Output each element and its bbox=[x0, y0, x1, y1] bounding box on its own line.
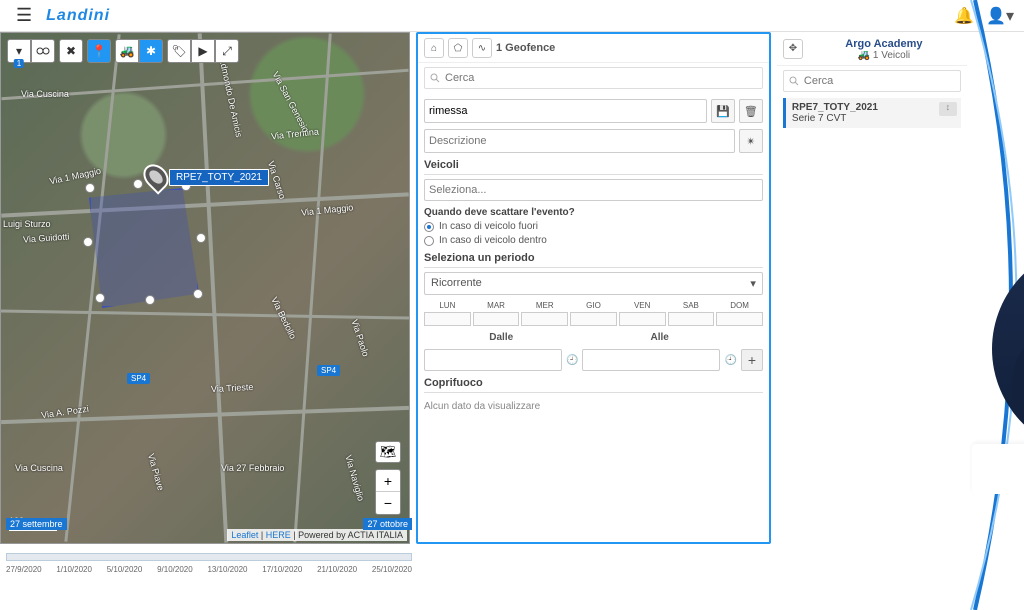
vehicle-count: 🚜 1 Veicoli bbox=[807, 50, 961, 61]
binoculars-icon[interactable] bbox=[31, 39, 55, 63]
brand-logo: Landini bbox=[46, 7, 110, 25]
expand-icon[interactable]: ⤢ bbox=[215, 39, 239, 63]
path-icon[interactable]: ∿ bbox=[472, 38, 492, 58]
save-icon[interactable]: 💾 bbox=[711, 99, 735, 123]
description-input[interactable] bbox=[424, 129, 735, 153]
empty-state: Alcun dato da visualizzare bbox=[424, 397, 763, 416]
poly-handle[interactable] bbox=[193, 289, 203, 299]
tools-icon[interactable]: ✖ bbox=[59, 39, 83, 63]
move-icon[interactable]: ✥ bbox=[783, 39, 803, 59]
draw-poly-icon[interactable]: ⬠ bbox=[448, 38, 468, 58]
label-alle: Alle bbox=[582, 332, 736, 343]
timeline-start-label: 27 settembre bbox=[6, 518, 67, 530]
radio-vehicle-in[interactable]: In caso di veicolo dentro bbox=[424, 235, 763, 246]
search-input[interactable] bbox=[424, 67, 763, 89]
poly-handle[interactable] bbox=[95, 293, 105, 303]
recurrence-dropdown[interactable]: Ricorrente▾ bbox=[424, 272, 763, 295]
sort-icon[interactable]: ↕ bbox=[939, 102, 957, 116]
street-label: Via Cuscina bbox=[21, 89, 69, 99]
poly-handle[interactable] bbox=[85, 183, 95, 193]
share-nodes-icon[interactable]: ✱ bbox=[139, 39, 163, 63]
poly-handle[interactable] bbox=[145, 295, 155, 305]
tag-icon[interactable]: 🏷 bbox=[167, 39, 191, 63]
day-checkbox[interactable] bbox=[570, 312, 617, 326]
poly-handle[interactable] bbox=[133, 179, 143, 189]
filter-icon[interactable]: ▾1 bbox=[7, 39, 31, 63]
day-checkbox[interactable] bbox=[668, 312, 715, 326]
vehicle-list-item[interactable]: RPE7_TOTY_2021 Serie 7 CVT ↕ bbox=[783, 98, 961, 128]
zoom-control: + − bbox=[375, 469, 401, 515]
section-coprifuoco: Coprifuoco bbox=[424, 377, 763, 393]
panel-title: 1 Geofence bbox=[496, 42, 555, 54]
play-icon[interactable]: ▶ bbox=[191, 39, 215, 63]
layers-icon[interactable]: 🗺 bbox=[375, 441, 401, 463]
time-to-input[interactable] bbox=[582, 349, 720, 371]
map-pane[interactable]: Via Cuscina Via 1 Maggio Via Guidotti Vi… bbox=[0, 32, 410, 544]
poly-handle[interactable] bbox=[83, 237, 93, 247]
app-header: ☰ Landini 🔔 👤▾ bbox=[0, 0, 1024, 32]
event-question: Quando deve scattare l'evento? bbox=[424, 207, 763, 218]
chevron-down-icon: ▾ bbox=[750, 277, 756, 290]
vehicle-label: RPE7_TOTY_2021 bbox=[169, 169, 269, 186]
poly-handle[interactable] bbox=[196, 233, 206, 243]
add-time-button[interactable]: + bbox=[741, 349, 763, 371]
vehicle-marker[interactable]: RPE7_TOTY_2021 bbox=[145, 163, 269, 191]
day-checkbox[interactable] bbox=[473, 312, 520, 326]
map-toolbar: ▾1 ✖ 📍 🚜 ✱ 🏷 ▶ ⤢ bbox=[7, 39, 243, 63]
days-row: LUNMARMERGIOVENSABDOM bbox=[424, 301, 763, 326]
home-icon[interactable]: ⌂ bbox=[424, 38, 444, 58]
vehicle-select[interactable] bbox=[424, 179, 763, 201]
clock-icon: 🕘 bbox=[724, 355, 736, 366]
route-badge: SP4 bbox=[317, 365, 340, 376]
timeline-ticks: 27/9/20201/10/20205/10/20209/10/202013/1… bbox=[6, 565, 412, 574]
geofence-name-input[interactable] bbox=[424, 99, 707, 123]
timeline[interactable]: 27 settembre 27 ottobre 27/9/20201/10/20… bbox=[6, 534, 412, 574]
timeline-track[interactable] bbox=[6, 553, 412, 561]
section-periodo: Seleziona un periodo bbox=[424, 252, 763, 268]
day-checkbox[interactable] bbox=[424, 312, 471, 326]
radio-vehicle-out[interactable]: In caso di veicolo fuori bbox=[424, 221, 763, 232]
brand-area: LEONARDO UP WITH INNOVATION bbox=[967, 32, 1024, 544]
magic-icon[interactable]: ✴ bbox=[739, 129, 763, 153]
location-add-icon[interactable]: 📍 bbox=[87, 39, 111, 63]
vehicles-panel: ✥ Argo Academy 🚜 1 Veicoli RPE7_TOTY_202… bbox=[777, 32, 967, 544]
label-dalle: Dalle bbox=[424, 332, 578, 343]
day-checkbox[interactable] bbox=[716, 312, 763, 326]
zoom-in-button[interactable]: + bbox=[376, 470, 400, 492]
day-checkbox[interactable] bbox=[619, 312, 666, 326]
vehicle-icon[interactable]: 🚜 bbox=[115, 39, 139, 63]
geofence-shape[interactable] bbox=[89, 188, 199, 308]
section-veicoli: Veicoli bbox=[424, 159, 763, 175]
zoom-out-button[interactable]: − bbox=[376, 492, 400, 514]
route-badge: SP4 bbox=[127, 373, 150, 384]
delete-icon[interactable]: 🗑 bbox=[739, 99, 763, 123]
menu-icon[interactable]: ☰ bbox=[10, 5, 38, 26]
search-input[interactable] bbox=[783, 70, 961, 92]
time-from-input[interactable] bbox=[424, 349, 562, 371]
panel-title: Argo Academy bbox=[807, 36, 961, 50]
geofence-panel: ⌂ ⬠ ∿ 1 Geofence 💾 🗑 ✴ Veicoli Quando de… bbox=[416, 32, 771, 544]
day-checkbox[interactable] bbox=[521, 312, 568, 326]
timeline-end-label: 27 ottobre bbox=[363, 518, 412, 530]
clock-icon: 🕘 bbox=[566, 355, 578, 366]
presenter-image bbox=[967, 244, 1024, 544]
